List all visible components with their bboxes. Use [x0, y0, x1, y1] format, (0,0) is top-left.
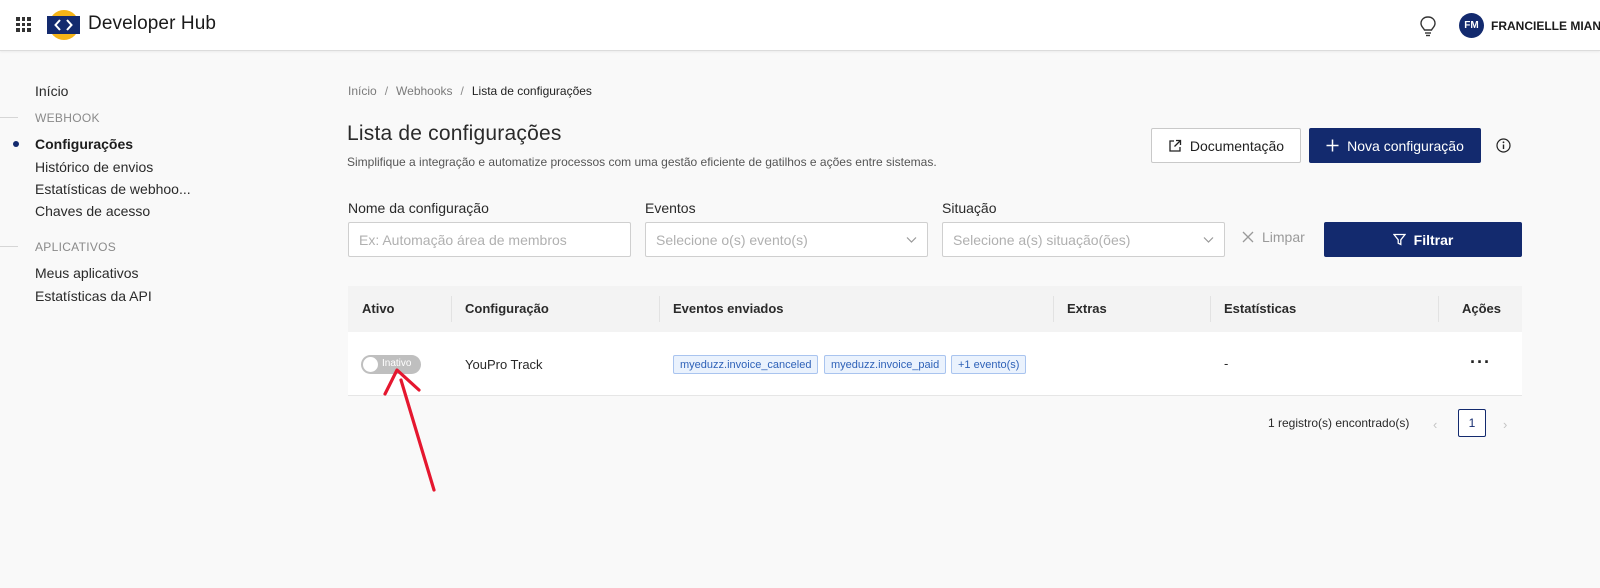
column-separator: [1210, 296, 1211, 322]
sidebar-divider: [0, 246, 18, 247]
event-tag: myeduzz.invoice_paid: [824, 355, 947, 374]
breadcrumb-current: Lista de configurações: [471, 84, 592, 98]
new-configuration-label: Nova configuração: [1347, 137, 1464, 154]
sidebar-section-apps: APLICATIVOS: [35, 240, 117, 254]
breadcrumb-home[interactable]: Início: [348, 84, 377, 98]
configuration-name-input[interactable]: Ex: Automação área de membros: [348, 222, 631, 257]
configuration-name: YouPro Track: [465, 357, 543, 372]
sidebar-item-webhook-stats[interactable]: Estatísticas de webhoo...: [35, 181, 191, 197]
statistics-value: -: [1224, 356, 1229, 371]
column-configuration: Configuração: [465, 301, 549, 316]
avatar[interactable]: FM: [1459, 13, 1484, 38]
column-statistics: Estatísticas: [1224, 301, 1297, 316]
new-configuration-button[interactable]: Nova configuração: [1309, 128, 1481, 163]
sidebar-section-webhook: WEBHOOK: [35, 111, 100, 125]
toggle-knob: [363, 357, 378, 372]
records-count: 1 registro(s) encontrado(s): [1268, 416, 1410, 430]
column-actions: Ações: [1462, 301, 1502, 316]
filter-button[interactable]: Filtrar: [1324, 222, 1522, 257]
pagination-prev-icon[interactable]: ‹: [1433, 417, 1437, 432]
filter-button-label: Filtrar: [1413, 231, 1454, 248]
configuration-name-placeholder: Ex: Automação área de membros: [359, 231, 567, 248]
chevron-down-icon: [906, 237, 917, 243]
info-icon[interactable]: [1496, 138, 1511, 153]
filter-status-label: Situação: [942, 200, 997, 216]
more-events-tag[interactable]: +1 evento(s): [951, 355, 1027, 374]
sidebar-item-send-history[interactable]: Histórico de envios: [35, 159, 153, 175]
column-separator: [659, 296, 660, 322]
events-select[interactable]: Selecione o(s) evento(s): [645, 222, 928, 257]
status-select[interactable]: Selecione a(s) situação(ões): [942, 222, 1225, 257]
documentation-button-label: Documentação: [1189, 137, 1285, 154]
sidebar-item-api-stats[interactable]: Estatísticas da API: [35, 288, 152, 304]
clear-filters-label: Limpar: [1262, 229, 1305, 245]
column-events-sent: Eventos enviados: [673, 301, 784, 316]
filter-events-label: Eventos: [645, 200, 696, 216]
annotation-arrow-icon: [383, 368, 436, 492]
chevron-down-icon: [1203, 237, 1214, 243]
pagination-next-icon[interactable]: ›: [1503, 417, 1507, 432]
sidebar-item-access-keys[interactable]: Chaves de acesso: [35, 203, 150, 219]
breadcrumb-webhooks[interactable]: Webhooks: [396, 84, 452, 98]
event-tag: myeduzz.invoice_canceled: [673, 355, 819, 374]
page-title: Lista de configurações: [347, 122, 562, 145]
sidebar-item-my-apps[interactable]: Meus aplicativos: [35, 265, 139, 281]
breadcrumb: Início / Webhooks / Lista de configurações: [348, 84, 592, 98]
close-icon: [1242, 231, 1254, 243]
column-separator: [451, 296, 452, 322]
table-header: Ativo Configuração Eventos enviados Extr…: [348, 286, 1522, 332]
column-separator: [1053, 296, 1054, 322]
app-title: Developer Hub: [88, 13, 217, 34]
external-link-icon: [1169, 139, 1182, 152]
sidebar-item-home[interactable]: Início: [35, 83, 68, 99]
column-extras: Extras: [1067, 301, 1107, 316]
user-name[interactable]: FRANCIELLE MIANE: [1491, 19, 1600, 33]
lightbulb-icon[interactable]: [1418, 15, 1438, 37]
more-actions-icon[interactable]: ···: [1470, 352, 1491, 373]
documentation-button[interactable]: Documentação: [1151, 128, 1301, 163]
sidebar-divider: [0, 117, 18, 118]
events-placeholder: Selecione o(s) evento(s): [656, 231, 808, 248]
table-row: Inativo YouPro Track myeduzz.invoice_can…: [348, 332, 1522, 396]
top-bar: Developer Hub FM FRANCIELLE MIANE: [0, 0, 1600, 51]
sidebar-item-configurations[interactable]: Configurações: [35, 136, 133, 152]
apps-grid-icon[interactable]: [16, 17, 31, 32]
filter-name-label: Nome da configuração: [348, 200, 489, 216]
active-indicator-dot: [13, 141, 19, 147]
clear-filters-button[interactable]: Limpar: [1242, 229, 1305, 245]
status-placeholder: Selecione a(s) situação(ões): [953, 231, 1131, 248]
sidebar: Início WEBHOOK Configurações Histórico d…: [0, 51, 300, 588]
page-subtitle: Simplifique a integração e automatize pr…: [347, 155, 937, 169]
pagination-page-button[interactable]: 1: [1458, 409, 1486, 437]
funnel-icon: [1392, 233, 1406, 246]
column-separator: [1438, 296, 1439, 322]
column-active: Ativo: [362, 301, 395, 316]
developer-hub-logo: [47, 10, 80, 40]
plus-icon: [1326, 139, 1339, 152]
